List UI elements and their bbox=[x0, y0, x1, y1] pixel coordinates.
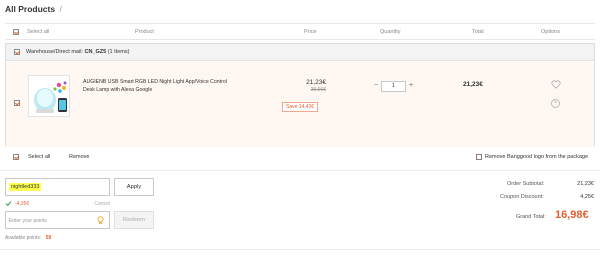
footer-select-all[interactable]: Select all bbox=[28, 154, 50, 160]
points-input[interactable] bbox=[9, 216, 89, 225]
product-name-link[interactable]: AUGIENB USB Smart RGB LED Night Light Ap… bbox=[83, 78, 233, 94]
header-quantity: Quantity bbox=[380, 29, 401, 35]
redeem-button[interactable]: Redeem bbox=[114, 211, 154, 229]
apply-coupon-button[interactable]: Apply bbox=[114, 178, 154, 196]
warehouse-item-count: (1 Items) bbox=[107, 49, 130, 55]
remove-logo-label[interactable]: Remove Banggood logo from the package bbox=[485, 154, 588, 160]
cart-footer-actions: Select all Remove Remove Banggood logo f… bbox=[5, 151, 595, 165]
item-price-block: 21,23€ 35,66€ bbox=[276, 79, 326, 93]
close-icon[interactable]: × bbox=[551, 99, 560, 108]
subtotal-value: 21,23€ bbox=[577, 181, 594, 187]
available-points-label: Available points: bbox=[5, 235, 42, 241]
warehouse-header: Warehouse/Direct mail: CN_GZ5 (1 Items) bbox=[6, 44, 594, 61]
grand-total-label: Grand Total: bbox=[516, 214, 546, 220]
cancel-coupon-link[interactable]: Cancel bbox=[94, 201, 110, 207]
header-total: Total bbox=[472, 29, 484, 35]
quantity-stepper: − 1 + bbox=[371, 81, 416, 92]
heart-icon[interactable] bbox=[551, 80, 561, 91]
page-title-text: All Products bbox=[5, 4, 56, 14]
coupon-discount-amount: -4,25€ bbox=[15, 201, 30, 207]
coupon-code-field[interactable]: nightled333 bbox=[5, 178, 110, 196]
warehouse-code: CN_GZ5 bbox=[84, 49, 107, 55]
header-product: Product bbox=[135, 29, 154, 35]
warehouse-checkbox[interactable] bbox=[14, 49, 20, 55]
quantity-input[interactable]: 1 bbox=[381, 81, 406, 92]
item-total: 21,23€ bbox=[463, 81, 483, 88]
remove-logo-checkbox[interactable] bbox=[476, 154, 482, 160]
section-divider bbox=[0, 170, 600, 171]
item-price: 21,23€ bbox=[306, 79, 326, 86]
warehouse-group: Warehouse/Direct mail: CN_GZ5 (1 Items) … bbox=[5, 43, 595, 147]
grand-total-value: 16,98€ bbox=[555, 209, 589, 221]
subtotal-label: Order Subtotal: bbox=[507, 181, 545, 187]
page-title: All Products / bbox=[5, 4, 62, 14]
header-select-all[interactable]: Select all bbox=[27, 29, 49, 35]
available-points-value: 59 bbox=[45, 235, 52, 241]
select-all-checkbox-bottom[interactable] bbox=[13, 154, 19, 160]
coupon-code-value: nightled333 bbox=[9, 183, 42, 191]
item-checkbox[interactable] bbox=[14, 100, 20, 106]
save-badge: Save 14,43€ bbox=[282, 102, 319, 112]
quantity-decrease-button[interactable]: − bbox=[371, 81, 381, 92]
bottom-divider bbox=[0, 249, 600, 250]
item-original-price: 35,66€ bbox=[310, 87, 326, 93]
cart-item-row: AUGIENB USB Smart RGB LED Night Light Ap… bbox=[6, 62, 594, 147]
cart-table-header: Select all Product Price Quantity Total … bbox=[5, 23, 595, 40]
header-options: Options bbox=[541, 29, 560, 35]
select-all-checkbox-top[interactable] bbox=[13, 29, 19, 35]
remove-button[interactable]: Remove bbox=[69, 154, 89, 160]
coupon-discount-value: 4,25€ bbox=[580, 194, 594, 200]
lightbulb-icon[interactable] bbox=[97, 216, 104, 227]
warehouse-label-text: Warehouse/Direct mail: bbox=[26, 49, 83, 55]
product-thumbnail[interactable] bbox=[28, 75, 70, 117]
check-icon bbox=[5, 200, 12, 209]
quantity-increase-button[interactable]: + bbox=[406, 81, 416, 92]
header-price: Price bbox=[304, 29, 317, 35]
coupon-discount-label: Coupon Discount: bbox=[500, 194, 544, 200]
available-points: Available points: 59 bbox=[5, 235, 51, 241]
page-title-separator: / bbox=[59, 4, 62, 14]
coupon-applied-row: -4,25€ Cancel bbox=[5, 200, 110, 208]
warehouse-label: Warehouse/Direct mail: CN_GZ5 (1 Items) bbox=[26, 49, 129, 55]
points-field[interactable] bbox=[5, 211, 110, 229]
